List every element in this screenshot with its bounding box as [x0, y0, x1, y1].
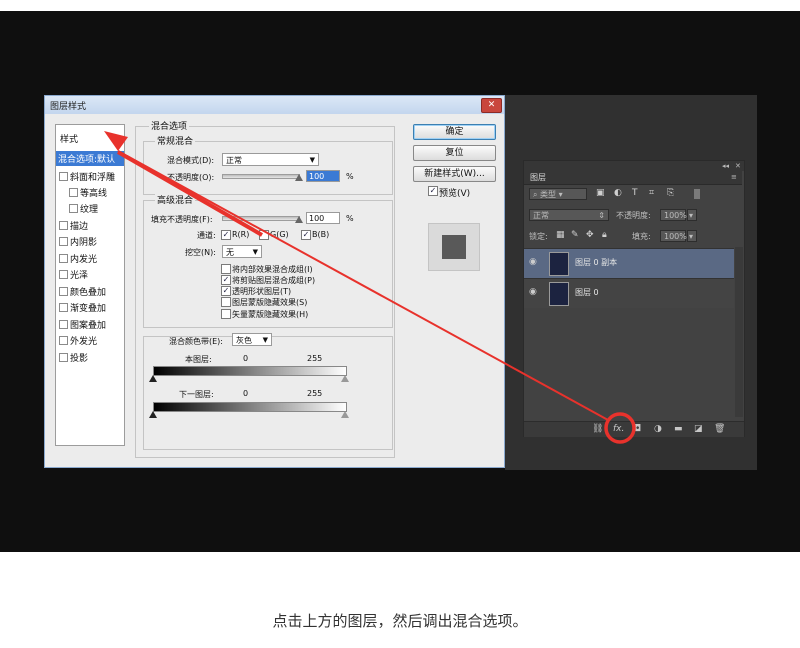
- caption-text: 点击上方的图层，然后调出混合选项。: [272, 612, 528, 630]
- annotation-circle: [604, 412, 636, 444]
- annotation-overlay: [104, 131, 636, 444]
- annotation-arrow-thick: [117, 150, 263, 237]
- annotation-arrowhead: [104, 131, 128, 151]
- annotation-arrow-thin: [117, 150, 609, 421]
